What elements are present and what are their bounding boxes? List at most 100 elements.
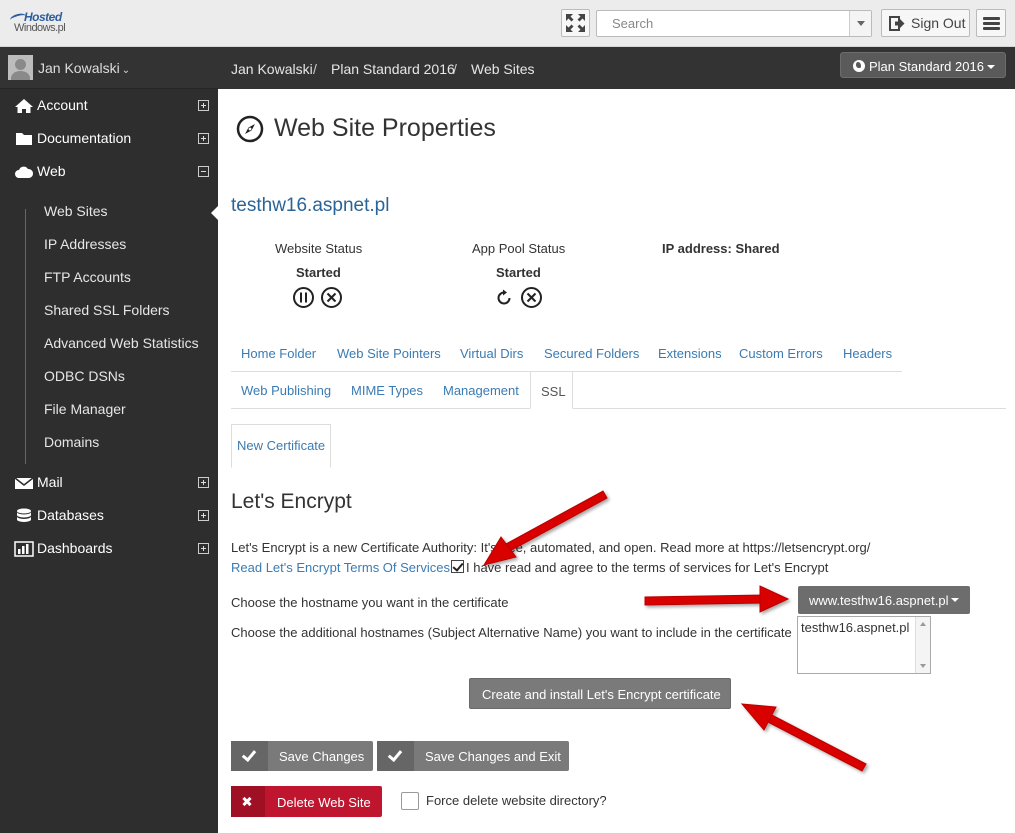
- tab-web-publishing[interactable]: Web Publishing: [241, 383, 331, 398]
- sidebar-subitem-domains[interactable]: Domains: [44, 434, 99, 450]
- collapse-minus-icon[interactable]: [198, 166, 209, 177]
- agree-terms-label: I have read and agree to the terms of se…: [466, 560, 829, 575]
- bar-chart-icon: [14, 541, 34, 557]
- breadcrumb: Jan Kowalski / Plan Standard 2016 / Web …: [218, 47, 1015, 89]
- force-delete-label: Force delete website directory?: [426, 793, 607, 808]
- sidebar-subitem-ip-addresses[interactable]: IP Addresses: [44, 236, 126, 252]
- sidebar-item-label: Dashboards: [37, 540, 113, 556]
- cloud-icon: [15, 166, 34, 178]
- agree-terms-checkbox[interactable]: [451, 560, 464, 573]
- compass-icon: [236, 115, 264, 143]
- terms-of-service-link[interactable]: Read Let's Encrypt Terms Of Services: [231, 560, 450, 575]
- delete-website-button[interactable]: Delete Web Site: [231, 786, 382, 817]
- stop-x-icon: [526, 292, 537, 303]
- tab-management[interactable]: Management: [443, 383, 519, 398]
- tab-custom-errors[interactable]: Custom Errors: [739, 346, 823, 361]
- stop-website-button[interactable]: [321, 287, 342, 308]
- sidebar-subitem-shared-ssl-folders[interactable]: Shared SSL Folders: [44, 302, 170, 318]
- tab-virtual-dirs[interactable]: Virtual Dirs: [460, 346, 523, 361]
- sidebar-item-account[interactable]: Account: [0, 89, 218, 122]
- plan-selector-button[interactable]: Plan Standard 2016: [840, 52, 1006, 78]
- delete-website-label: Delete Web Site: [277, 795, 371, 810]
- top-bar: Hosted Windows.pl Sign Out: [0, 0, 1015, 47]
- expand-arrows-icon: [566, 14, 585, 32]
- alt-hostnames-label: Choose the additional hostnames (Subject…: [231, 625, 792, 640]
- expand-plus-icon[interactable]: [198, 510, 209, 521]
- site-name-link[interactable]: testhw16.aspnet.pl: [231, 195, 389, 217]
- home-icon: [15, 99, 33, 113]
- subtab-new-certificate[interactable]: New Certificate: [231, 424, 331, 468]
- alt-hostname-option[interactable]: testhw16.aspnet.pl: [801, 620, 909, 635]
- tab-home-folder[interactable]: Home Folder: [241, 346, 316, 361]
- listbox-scrollbar[interactable]: [915, 617, 930, 673]
- checkmark-icon: [377, 741, 414, 771]
- page-title: Web Site Properties: [274, 114, 496, 142]
- force-delete-checkbox[interactable]: [401, 792, 419, 810]
- tab-web-site-pointers[interactable]: Web Site Pointers: [337, 346, 441, 361]
- hostname-dropdown[interactable]: www.testhw16.aspnet.pl: [798, 586, 970, 614]
- pause-icon: [300, 292, 307, 303]
- sidebar-subitem-web-sites[interactable]: Web Sites: [44, 203, 108, 219]
- stop-app-pool-button[interactable]: [521, 287, 542, 308]
- tab-extensions[interactable]: Extensions: [658, 346, 722, 361]
- sidebar-item-label: Databases: [37, 507, 104, 523]
- website-status-value: Started: [296, 265, 341, 280]
- sidebar-item-databases[interactable]: Databases: [0, 499, 218, 532]
- expand-plus-icon[interactable]: [198, 133, 209, 144]
- envelope-icon: [14, 477, 34, 489]
- tab-ssl[interactable]: SSL: [530, 371, 573, 409]
- expand-plus-icon[interactable]: [198, 100, 209, 111]
- search-input[interactable]: [597, 11, 849, 36]
- sidebar-subitem-advanced-web-statistics[interactable]: Advanced Web Statistics: [44, 335, 199, 351]
- save-changes-exit-label: Save Changes and Exit: [425, 749, 561, 764]
- website-status-label: Website Status: [275, 241, 363, 256]
- close-icon: [231, 786, 265, 817]
- sign-out-button[interactable]: Sign Out: [881, 9, 970, 37]
- sidebar-item-mail[interactable]: Mail: [0, 466, 218, 499]
- create-certificate-label: Create and install Let's Encrypt certifi…: [482, 687, 721, 702]
- sidebar-subitem-file-manager[interactable]: File Manager: [44, 401, 126, 417]
- tab-secured-folders[interactable]: Secured Folders: [544, 346, 639, 361]
- logo-text-line2: Windows.pl: [14, 22, 66, 34]
- recycle-app-pool-icon[interactable]: [494, 288, 514, 308]
- create-certificate-button[interactable]: Create and install Let's Encrypt certifi…: [469, 678, 731, 709]
- tab-mime-types[interactable]: MIME Types: [351, 383, 423, 398]
- save-changes-button[interactable]: Save Changes: [231, 741, 373, 771]
- breadcrumb-user[interactable]: Jan Kowalski: [231, 61, 313, 77]
- expand-plus-icon[interactable]: [198, 543, 209, 554]
- app-pool-status-value: Started: [496, 265, 541, 280]
- expand-plus-icon[interactable]: [198, 477, 209, 488]
- sidebar-item-documentation[interactable]: Documentation: [0, 122, 218, 155]
- sidebar-item-dashboards[interactable]: Dashboards: [0, 532, 218, 565]
- sidebar-subitem-ftp-accounts[interactable]: FTP Accounts: [44, 269, 131, 285]
- user-menu[interactable]: Jan Kowalski ⌄: [0, 47, 218, 89]
- sign-out-label: Sign Out: [911, 15, 966, 31]
- sidebar-item-label: Mail: [37, 474, 63, 490]
- pause-website-button[interactable]: [293, 287, 314, 308]
- stop-x-icon: [326, 292, 337, 303]
- tab-ssl-label: SSL: [541, 384, 566, 399]
- breadcrumb-separator: /: [313, 61, 317, 77]
- tab-headers[interactable]: Headers: [843, 346, 892, 361]
- hostname-dropdown-value: www.testhw16.aspnet.pl: [809, 593, 949, 608]
- hamburger-menu-button[interactable]: [976, 9, 1006, 37]
- sidebar-item-web[interactable]: Web: [0, 155, 218, 188]
- save-changes-exit-button[interactable]: Save Changes and Exit: [377, 741, 569, 771]
- search-box: [596, 10, 872, 37]
- active-item-indicator: [211, 206, 218, 220]
- sidebar-item-label: Account: [37, 97, 88, 113]
- hostedwindows-logo[interactable]: Hosted Windows.pl: [9, 8, 80, 38]
- lets-encrypt-heading: Let's Encrypt: [231, 490, 352, 513]
- alt-hostnames-listbox[interactable]: testhw16.aspnet.pl: [797, 616, 931, 674]
- arrow-to-create-button-icon: [740, 703, 867, 772]
- sidebar-item-label: Documentation: [37, 130, 132, 146]
- save-changes-label: Save Changes: [279, 749, 365, 764]
- folder-icon: [16, 133, 32, 145]
- chevron-down-icon: ⌄: [121, 65, 131, 76]
- sidebar-subitem-odbc-dsns[interactable]: ODBC DSNs: [44, 368, 125, 384]
- database-icon: [17, 508, 31, 522]
- breadcrumb-plan[interactable]: Plan Standard 2016: [331, 61, 455, 77]
- fullscreen-button[interactable]: [561, 9, 590, 37]
- search-dropdown-caret[interactable]: [849, 11, 871, 36]
- breadcrumb-web-sites[interactable]: Web Sites: [471, 61, 535, 77]
